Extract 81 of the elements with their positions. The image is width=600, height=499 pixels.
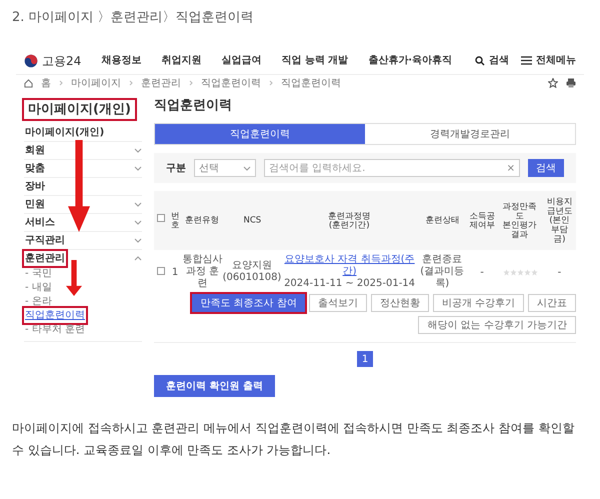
table-cell: - xyxy=(542,250,576,294)
column-header: 소득공제여부 xyxy=(468,195,496,246)
chevron-down-icon xyxy=(243,166,251,170)
nav-link[interactable]: 직업 능력 개발 xyxy=(281,53,348,68)
action-button[interactable]: 정산현황 xyxy=(370,294,429,312)
search-field[interactable]: 검색어를 입력하세요. × xyxy=(264,159,520,177)
chevron-down-icon xyxy=(134,220,142,224)
sidebar-item[interactable]: 회원 xyxy=(24,142,46,158)
sidebar-item[interactable]: 민원 xyxy=(24,196,46,212)
star-icon[interactable] xyxy=(548,78,558,88)
site-logo-text[interactable]: 고용24 xyxy=(42,52,82,70)
chevron-down-icon xyxy=(134,202,142,206)
nav-link[interactable]: 취업지원 xyxy=(161,53,202,68)
sidebar-item[interactable]: 마이페이지(개인) xyxy=(24,124,106,140)
breadcrumb-link[interactable]: 홈 xyxy=(41,76,51,90)
search-icon xyxy=(475,56,485,66)
breadcrumb-link[interactable]: 직업훈련이력 xyxy=(281,76,341,90)
post-body: 마이페이지에 접속하시고 훈련관리 메뉴에서 직업훈련이력에 접속하시면 만족도 최종조사 참여를 확인할 수 있습니다. 교육종료일 이후에 만족도 조사가 가능합니다. xyxy=(12,420,576,459)
column-header: 과정만족도 본인평가결과 xyxy=(500,195,540,246)
chevron-right-icon xyxy=(59,80,63,86)
column-header: 훈련과정명 (훈련기간) xyxy=(292,195,408,246)
search-link[interactable]: 검색 xyxy=(489,53,509,68)
chevron-right-icon xyxy=(129,80,133,86)
sidebar-subitem[interactable]: - 타부처 훈련 xyxy=(24,322,86,337)
post-heading: 2. 마이페이지 〉훈련관리〉직업훈련이력 xyxy=(12,9,255,27)
action-button[interactable]: 출석보기 xyxy=(308,294,367,312)
course-period: 2024-11-11 ~ 2025-01-14 xyxy=(283,278,416,290)
chevron-right-icon xyxy=(189,80,193,86)
search-button[interactable]: 검색 xyxy=(528,159,564,177)
sidebar-item[interactable]: 장바 xyxy=(24,178,46,194)
sidebar-title: 마이페이지(개인) xyxy=(24,100,135,119)
breadcrumb-link[interactable]: 마이페이지 xyxy=(71,76,121,90)
chevron-up-icon xyxy=(134,256,142,260)
page-button[interactable]: 1 xyxy=(357,351,373,367)
breadcrumb-link[interactable]: 훈련관리 xyxy=(141,76,181,90)
nav-link[interactable]: 실업급여 xyxy=(221,53,262,68)
nav-link[interactable]: 채용정보 xyxy=(101,53,142,68)
sidebar-subitem[interactable]: - 국민 xyxy=(24,266,53,281)
down-arrow-icon xyxy=(68,140,90,232)
action-button[interactable]: 시간표 xyxy=(528,294,576,312)
menu-icon xyxy=(521,56,532,65)
sidebar-item[interactable]: 서비스 xyxy=(24,214,56,230)
action-button[interactable]: 만족도 최종조사 참여 xyxy=(192,294,305,312)
sidebar-item[interactable]: 맞춤 xyxy=(24,160,46,176)
column-header: 번호 xyxy=(169,195,182,246)
row-checkbox[interactable] xyxy=(157,266,165,274)
home-icon xyxy=(24,78,33,88)
chevron-down-icon xyxy=(134,166,142,170)
table-cell: 통합심사과정 훈련 xyxy=(182,250,223,294)
table-cell: 훈련종료(결과미등록) xyxy=(418,250,467,294)
sidebar-item[interactable]: 구직관리 xyxy=(24,232,66,248)
column-header: NCS xyxy=(227,195,277,246)
down-arrow-icon xyxy=(66,260,82,296)
filter-label: 구분 xyxy=(166,162,186,176)
chevron-down-icon xyxy=(134,238,142,242)
page-title: 직업훈련이력 xyxy=(154,96,233,114)
column-header: 훈련상태 xyxy=(421,195,463,246)
tab[interactable]: 직업훈련이력 xyxy=(155,124,365,144)
sidebar-subitem[interactable]: - 내일 xyxy=(24,280,53,295)
sidebar-subitem[interactable]: - 온라 xyxy=(24,294,53,309)
action-button[interactable]: 비공개 수강후기 xyxy=(432,294,524,312)
logo-icon xyxy=(24,54,38,68)
sidebar-item[interactable]: 훈련관리 xyxy=(24,250,66,266)
table-cell: 1 xyxy=(168,250,182,294)
breadcrumb-link[interactable]: 직업훈련이력 xyxy=(201,76,261,90)
column-header: 비용지급년도 (본인부담금) xyxy=(546,196,574,246)
all-menu-link[interactable]: 전체메뉴 xyxy=(536,53,576,68)
print-certificate-button[interactable]: 훈련이력 확인원 출력 xyxy=(154,375,275,397)
nav-link[interactable]: 출산휴가·육아휴직 xyxy=(368,53,452,68)
table-cell: - xyxy=(466,250,498,294)
column-header: 훈련유형 xyxy=(185,195,220,246)
checkbox[interactable] xyxy=(157,214,165,222)
chevron-down-icon xyxy=(134,148,142,152)
course-link[interactable]: 요양보호사 자격 취득과정(주간) xyxy=(281,254,418,278)
category-select[interactable]: 선택 xyxy=(194,159,256,177)
table-cell: 요양지원 (06010108) xyxy=(222,250,282,294)
action-button[interactable]: 해당이 없는 수강후기 가능기간 xyxy=(418,316,576,334)
clear-button[interactable]: × xyxy=(506,160,515,176)
sidebar-subitem[interactable]: 직업훈련이력 xyxy=(24,308,86,323)
chevron-right-icon xyxy=(269,80,273,86)
print-icon[interactable] xyxy=(566,78,576,88)
